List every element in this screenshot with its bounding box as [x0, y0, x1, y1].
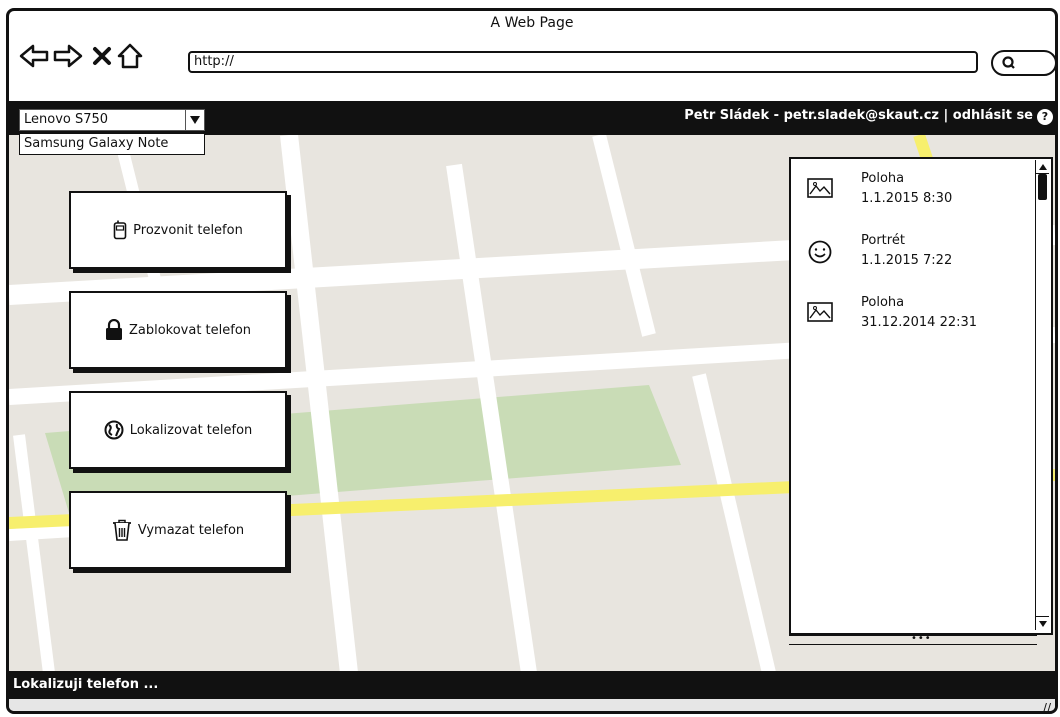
panel-resize-handle[interactable]: •••: [789, 633, 1037, 645]
window-title: A Web Page: [490, 15, 574, 31]
history-list[interactable]: Poloha 1.1.2015 8:30 Portrét 1.1.2015 7:…: [789, 157, 1053, 635]
chevron-up-icon: [1038, 163, 1047, 170]
history-item-title: Poloha: [861, 295, 905, 310]
back-arrow-icon: [19, 44, 49, 68]
home-icon: [117, 43, 143, 69]
ring-phone-label: Prozvonit telefon: [133, 222, 243, 238]
history-item-title: Portrét: [861, 233, 905, 248]
list-item[interactable]: Portrét 1.1.2015 7:22: [807, 233, 1007, 283]
search-icon: [1002, 56, 1015, 69]
close-icon: [93, 47, 111, 65]
status-bar: Lokalizuji telefon ...: [9, 671, 1055, 699]
grip-dots-icon: •••: [911, 633, 932, 644]
list-item[interactable]: Poloha 31.12.2014 22:31: [807, 295, 1007, 345]
phone-icon: [113, 220, 127, 240]
scroll-thumb[interactable]: [1038, 174, 1047, 200]
list-item[interactable]: Poloha 1.1.2015 8:30: [807, 171, 1007, 221]
lock-icon: [105, 319, 122, 340]
history-item-time: 1.1.2015 7:22: [861, 253, 953, 268]
forward-button[interactable]: [53, 41, 83, 71]
wipe-phone-button[interactable]: Vymazat telefon: [69, 491, 287, 569]
scroll-up-button[interactable]: [1036, 160, 1049, 174]
wipe-phone-label: Vymazat telefon: [137, 522, 245, 538]
image-icon: [807, 302, 833, 322]
image-icon: [807, 178, 833, 198]
globe-icon: [104, 420, 124, 440]
history-item-time: 1.1.2015 8:30: [861, 191, 953, 206]
back-button[interactable]: [19, 41, 49, 71]
locate-phone-button[interactable]: Lokalizovat telefon: [69, 391, 287, 469]
home-button[interactable]: [115, 41, 145, 71]
user-info-link[interactable]: Petr Sládek - petr.sladek@skaut.cz | odh…: [684, 108, 1033, 123]
chevron-down-icon: [1038, 620, 1047, 627]
lock-phone-label: Zablokovat telefon: [128, 322, 252, 338]
locate-phone-label: Lokalizovat telefon: [129, 422, 253, 438]
history-scrollbar[interactable]: [1035, 160, 1050, 630]
history-item-title: Poloha: [861, 171, 905, 186]
window-bottom-bar: //: [9, 699, 1055, 711]
browser-search-field[interactable]: [991, 50, 1055, 76]
history-item-time: 31.12.2014 22:31: [861, 315, 978, 330]
resize-grip-icon[interactable]: //: [1043, 701, 1051, 711]
forward-arrow-icon: [53, 44, 83, 68]
help-icon[interactable]: ?: [1037, 109, 1053, 125]
device-select-value: Lenovo S750: [24, 112, 109, 127]
lock-phone-button[interactable]: Zablokovat telefon: [69, 291, 287, 369]
url-input[interactable]: http://: [188, 51, 978, 73]
device-option[interactable]: Samsung Galaxy Note: [19, 133, 205, 155]
smiley-icon: [808, 240, 832, 264]
trash-icon: [112, 519, 131, 541]
ring-phone-button[interactable]: Prozvonit telefon: [69, 191, 287, 269]
chevron-down-icon: [190, 116, 200, 124]
stop-button[interactable]: [87, 41, 117, 71]
scroll-down-button[interactable]: [1036, 616, 1049, 630]
dropdown-arrow-button[interactable]: [185, 110, 204, 130]
browser-window: A Web Page http:// Lenovo S750 Samsung G…: [6, 8, 1058, 714]
device-select[interactable]: Lenovo S750: [19, 109, 205, 131]
